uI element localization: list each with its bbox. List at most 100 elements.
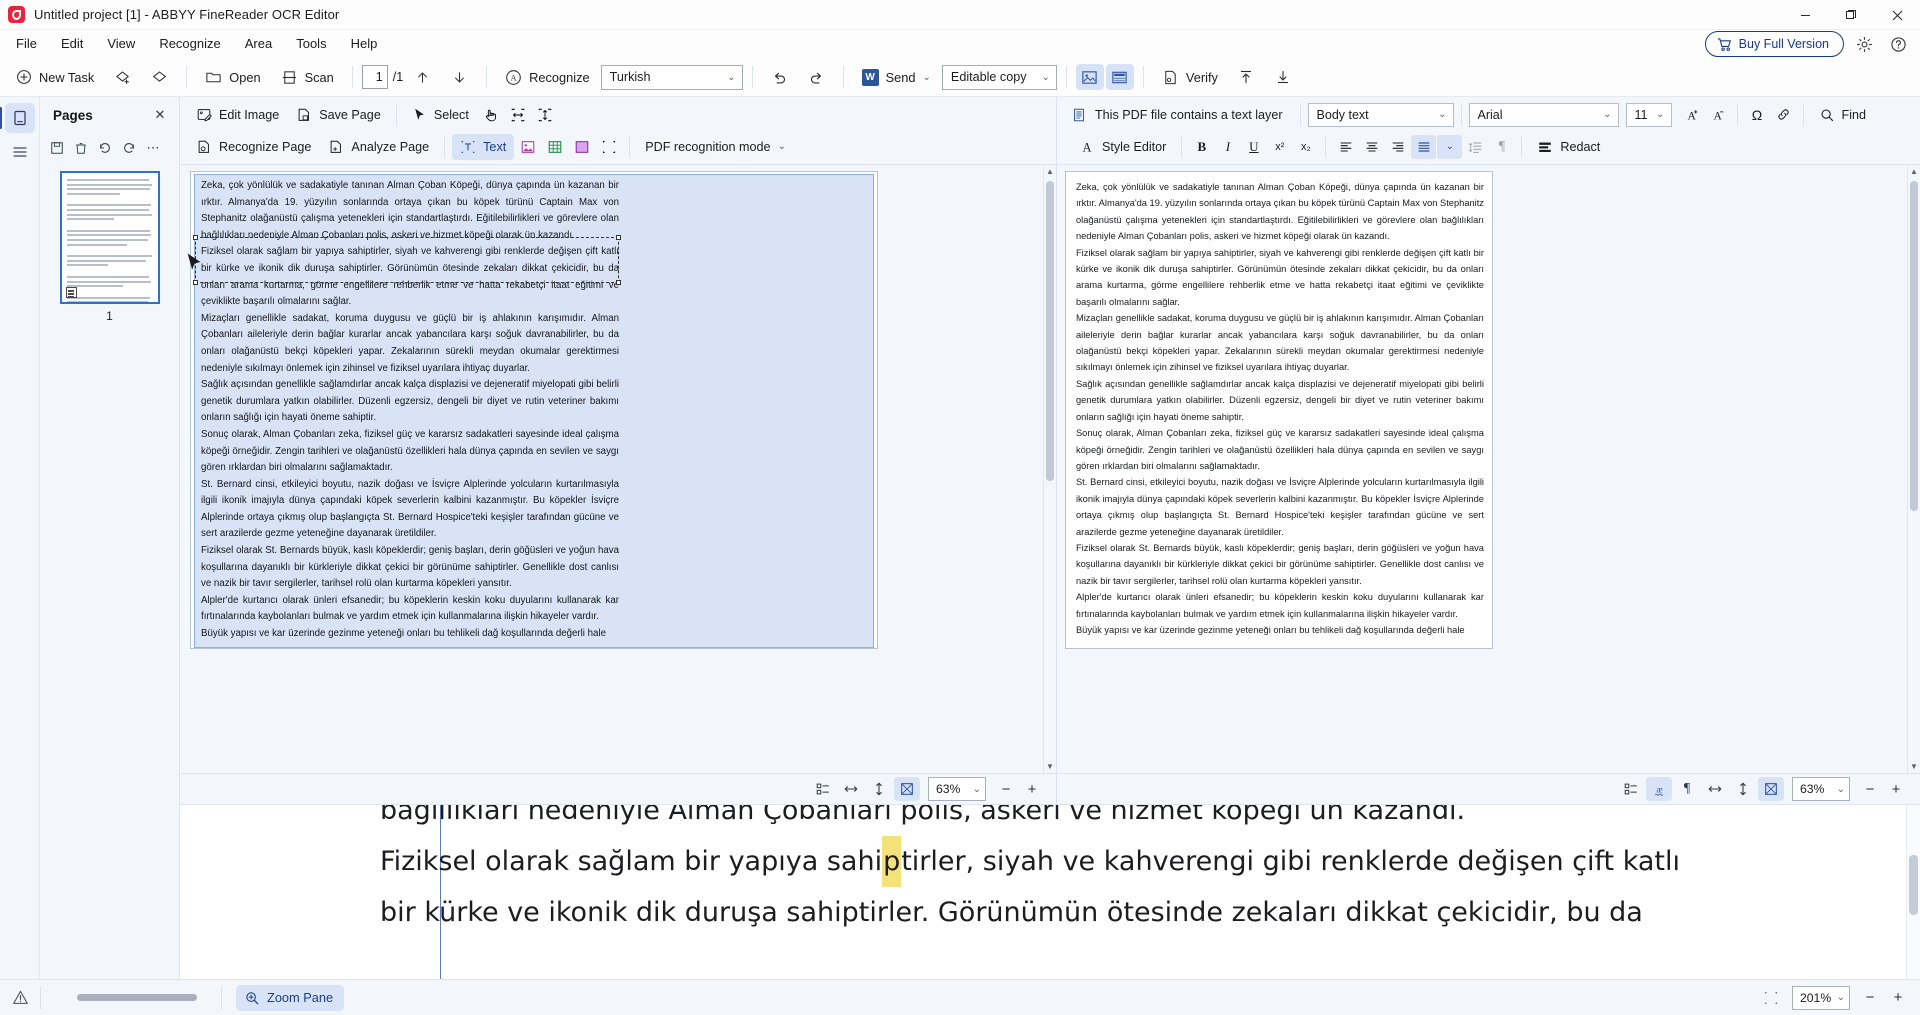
alignment-dropdown-button[interactable]: ⌄ [1437,135,1462,159]
insert-symbol-button[interactable]: Ω [1745,103,1770,127]
tasks-button[interactable] [142,63,177,91]
subscript-button[interactable]: x₂ [1293,135,1318,159]
export-mode-select[interactable]: Editable copy ⌄ [942,65,1057,90]
scroll-thumb[interactable] [77,994,197,1001]
paragraph-style-select[interactable]: Body text ⌄ [1308,103,1454,127]
zoom-pane-toggle-button[interactable]: Zoom Pane [236,985,344,1011]
zoom-pane-scrollbar[interactable] [1906,805,1920,979]
scroll-thumb[interactable] [1046,181,1054,481]
resize-handle-sw[interactable] [193,280,198,285]
image-pane-fit-height-button[interactable] [866,777,892,801]
image-pane-view-options-button[interactable] [810,777,836,801]
previous-error-button[interactable] [1229,63,1264,91]
picture-area-tool-button[interactable] [515,135,541,159]
more-options-icon[interactable]: ⋯ [142,137,164,159]
scroll-thumb[interactable] [1909,855,1918,915]
justify-button[interactable] [1411,135,1436,159]
text-area-tool-button[interactable]: Text [452,134,514,160]
text-pane-fit-height-button[interactable] [1730,777,1756,801]
text-pane-canvas[interactable]: Zeka, çok yönlülük ve sadakatiyle tanına… [1057,165,1920,773]
scroll-up-icon[interactable]: ▲ [1908,165,1920,178]
text-pane-show-nonprinting-button[interactable]: æ [1646,777,1672,801]
fit-page-button[interactable] [532,103,558,127]
decrease-font-size-button[interactable]: A [1705,103,1730,127]
warning-icon[interactable] [0,989,40,1006]
rail-pages-button[interactable] [5,103,35,133]
text-pane-zoom-select[interactable]: 63% ⌄ [1792,777,1850,801]
send-button[interactable]: W Send ⌄ [853,63,940,91]
next-page-button[interactable] [442,63,477,91]
italic-button[interactable]: I [1215,135,1240,159]
add-task-button[interactable] [105,63,140,91]
line-spacing-button[interactable] [1463,135,1488,159]
fit-selection-button[interactable] [505,103,531,127]
undo-button[interactable] [762,63,797,91]
increase-font-size-button[interactable]: A [1679,103,1704,127]
align-right-button[interactable] [1385,135,1410,159]
verify-button[interactable]: Verify [1153,63,1227,91]
zoom-pane-fit-button[interactable] [1758,986,1784,1010]
resize-handle-ne[interactable] [616,235,621,240]
show-formatting-marks-button[interactable]: ¶ [1489,135,1514,159]
text-pane-view-options-button[interactable] [1618,777,1644,801]
gear-icon[interactable] [1850,31,1878,57]
style-editor-button[interactable]: A Style Editor [1071,134,1174,160]
scroll-down-icon[interactable]: ▼ [1044,760,1056,773]
zoom-pane-zoom-in-button[interactable]: + [1886,986,1910,1010]
delete-icon[interactable] [70,137,92,159]
table-area-tool-button[interactable] [542,135,568,159]
zoom-pane[interactable]: bağlılıkları nedeniyle Alman Çobanları p… [180,804,1920,979]
resize-handle-nw[interactable] [193,235,198,240]
font-size-select[interactable]: 11 ⌄ [1626,103,1672,127]
new-task-button[interactable]: New Task [6,63,103,91]
horizontal-scrollbar[interactable] [51,992,211,1003]
rotate-left-icon[interactable] [94,137,116,159]
menu-tools[interactable]: Tools [284,32,338,56]
recognition-area-tool-button[interactable] [596,135,622,159]
recognize-page-button[interactable]: Recognize Page [188,134,319,160]
menu-view[interactable]: View [95,32,147,56]
font-family-select[interactable]: Arial ⌄ [1469,103,1619,127]
resize-handle-se[interactable] [616,280,621,285]
rotate-right-icon[interactable] [118,137,140,159]
page-thumbnail-1[interactable] [60,171,160,304]
minimize-button[interactable] [1782,0,1828,30]
page-number-input[interactable]: 1 [362,65,388,89]
zoom-pane-zoom-out-button[interactable]: − [1858,986,1882,1010]
select-tool-button[interactable]: Select [404,102,477,128]
image-pane-fit-page-button[interactable] [894,777,920,801]
save-page-button[interactable]: Save Page [288,102,389,128]
align-left-button[interactable] [1333,135,1358,159]
background-picture-area-tool-button[interactable] [569,135,595,159]
insert-link-button[interactable] [1771,103,1796,127]
next-error-button[interactable] [1266,63,1301,91]
text-pane-zoom-in-button[interactable]: + [1884,777,1908,801]
text-pane-fit-page-button[interactable] [1758,777,1784,801]
scan-button[interactable]: Scan [272,63,343,91]
recognize-button[interactable]: A Recognize [496,63,598,91]
close-button[interactable] [1874,0,1920,30]
align-center-button[interactable] [1359,135,1384,159]
pdf-recognition-mode-button[interactable]: PDF recognition mode ⌄ [637,134,794,160]
help-icon[interactable] [1884,31,1912,57]
image-pane-zoom-select[interactable]: 63% ⌄ [928,777,986,801]
superscript-button[interactable]: x² [1267,135,1292,159]
buy-full-version-button[interactable]: Buy Full Version [1705,31,1844,57]
show-text-pane-toggle[interactable] [1106,64,1134,90]
menu-recognize[interactable]: Recognize [147,32,232,56]
pan-tool-button[interactable] [478,103,504,127]
rail-list-button[interactable] [5,137,35,167]
redo-button[interactable] [799,63,834,91]
menu-help[interactable]: Help [339,32,390,56]
recognized-text-content[interactable]: Zeka, çok yönlülük ve sadakatiyle tanına… [1076,179,1484,638]
scanned-page-image[interactable]: Zeka, çok yönlülük ve sadakatiyle tanına… [190,171,878,649]
image-pane-canvas[interactable]: Zeka, çok yönlülük ve sadakatiyle tanına… [180,165,1056,773]
text-pane-show-marks-button[interactable]: ¶ [1674,777,1700,801]
scroll-up-icon[interactable]: ▲ [1044,165,1056,178]
zoom-pane-zoom-select[interactable]: 201% ⌄ [1792,986,1850,1010]
show-image-pane-toggle[interactable] [1076,64,1104,90]
bold-button[interactable]: B [1189,135,1214,159]
save-icon[interactable] [46,137,68,159]
maximize-button[interactable] [1828,0,1874,30]
underline-button[interactable]: U [1241,135,1266,159]
